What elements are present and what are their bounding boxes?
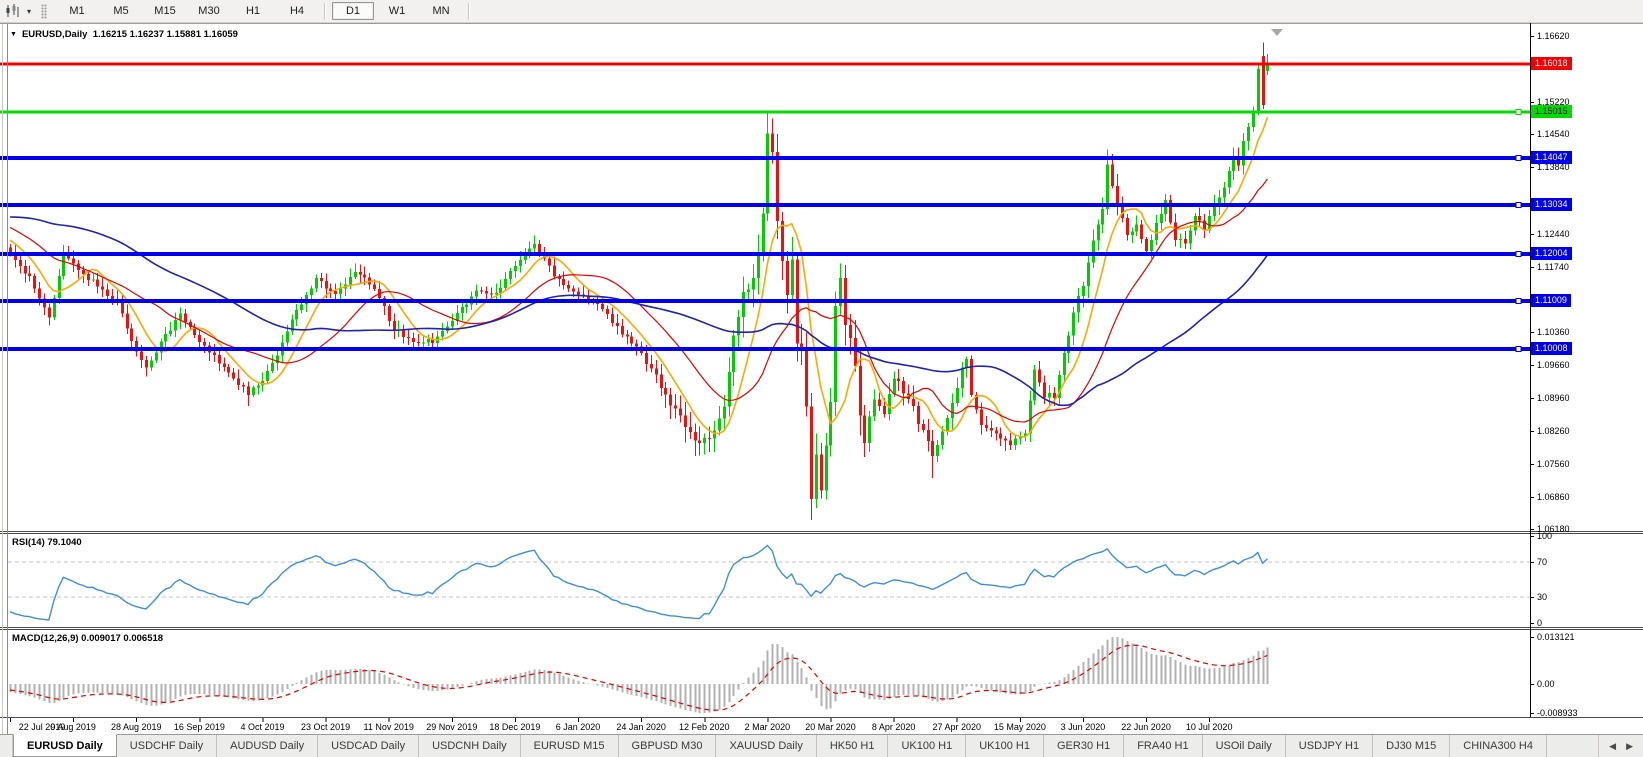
- chart-tab-xauusd-daily[interactable]: XAUUSD Daily: [716, 735, 816, 757]
- date-label-5: 23 Oct 2019: [301, 722, 350, 732]
- price-tick-1.08960: 1.08960: [1537, 393, 1570, 403]
- price-badge-1.13034[interactable]: 1.13034: [1531, 198, 1572, 211]
- date-label-6: 11 Nov 2019: [364, 722, 414, 732]
- chart-tab-fra40-h1[interactable]: FRA40 H1: [1124, 735, 1202, 757]
- macd-tick-1: 0.00: [1537, 679, 1555, 689]
- chart-tab-eurusd-m15[interactable]: EURUSD M15: [521, 735, 619, 757]
- chart-type-icon[interactable]: [3, 2, 23, 20]
- chart-tab-hk50-h1[interactable]: HK50 H1: [817, 735, 889, 757]
- price-badge-1.16018[interactable]: 1.16018: [1531, 57, 1572, 70]
- price-tick-1.09660: 1.09660: [1537, 360, 1570, 370]
- toolbar-separator: [468, 3, 470, 20]
- chart-tab-ger30-h1[interactable]: GER30 H1: [1044, 735, 1124, 757]
- chart-tab-usoil-daily[interactable]: USOil Daily: [1203, 735, 1286, 757]
- date-label-11: 12 Feb 2020: [679, 722, 730, 732]
- price-tick-1.06860: 1.06860: [1537, 492, 1570, 502]
- timeframe-buttons: M1M5M15M30H1H4 D1W1MN: [55, 2, 475, 20]
- price-tick-1.11740: 1.11740: [1537, 262, 1569, 272]
- chart-tabbar: EURUSD DailyUSDCHF DailyAUDUSD DailyUSDC…: [0, 734, 1643, 757]
- price-badge-1.10008[interactable]: 1.10008: [1531, 342, 1572, 355]
- timeframe-toolbar: ▾ M1M5M15M30H1H4 D1W1MN: [0, 0, 1643, 23]
- level-handle-1.12004[interactable]: [1516, 252, 1521, 257]
- chart-menu-marker-icon[interactable]: ▼: [10, 31, 17, 38]
- chart-window: 1.166201.152201.145401.138401.124401.117…: [0, 23, 1643, 734]
- level-handle-1.10008[interactable]: [1516, 347, 1521, 352]
- price-tick-1.07560: 1.07560: [1537, 459, 1570, 469]
- chart-tab-usdcad-daily[interactable]: USDCAD Daily: [318, 735, 419, 757]
- rsi-tick-0: 0: [1537, 618, 1542, 628]
- rsi-tick-70: 70: [1537, 557, 1547, 567]
- chart-tab-eurusd-daily[interactable]: EURUSD Daily: [13, 734, 117, 757]
- price-tick-1.10360: 1.10360: [1537, 327, 1570, 337]
- macd-indicator-label: MACD(12,26,9) 0.009017 0.006518: [12, 633, 163, 644]
- level-handle-1.15015[interactable]: [1516, 110, 1521, 115]
- date-label-18: 22 Jun 2020: [1121, 722, 1171, 732]
- price-badge-1.14047[interactable]: 1.14047: [1531, 151, 1572, 164]
- date-label-12: 2 Mar 2020: [745, 722, 791, 732]
- macd-tick-2: -0.008933: [1537, 708, 1578, 718]
- tabbar-corner: [0, 735, 13, 757]
- date-label-9: 6 Jan 2020: [556, 722, 601, 732]
- timeframe-button-h1[interactable]: H1: [232, 2, 274, 20]
- chart-tabs: EURUSD DailyUSDCHF DailyAUDUSD DailyUSDC…: [13, 735, 1547, 757]
- rsi-tick-100: 100: [1537, 531, 1552, 541]
- price-badge-1.15015[interactable]: 1.15015: [1531, 105, 1572, 118]
- date-label-19: 10 Jul 2020: [1186, 722, 1233, 732]
- chart-type-caret-icon[interactable]: ▾: [23, 7, 35, 16]
- date-label-1: 9 Aug 2019: [50, 722, 96, 732]
- date-label-10: 24 Jan 2020: [616, 722, 666, 732]
- timeframe-button-mn[interactable]: MN: [420, 2, 462, 20]
- timeframe-button-d1[interactable]: D1: [332, 2, 374, 20]
- date-label-7: 29 Nov 2019: [426, 722, 477, 732]
- chart-ohlc-values: 1.16215 1.16237 1.15881 1.16059: [93, 29, 238, 40]
- price-badge-1.12004[interactable]: 1.12004: [1531, 247, 1572, 260]
- date-label-14: 8 Apr 2020: [872, 722, 916, 732]
- tabbar-spacer: [1547, 735, 1598, 757]
- date-label-16: 15 May 2020: [994, 722, 1046, 732]
- chart-tab-dj30-m15[interactable]: DJ30 M15: [1373, 735, 1450, 757]
- chart-tab-usdchf-daily[interactable]: USDCHF Daily: [117, 735, 217, 757]
- timeframe-button-m5[interactable]: M5: [100, 2, 142, 20]
- chart-tab-uk100-h1[interactable]: UK100 H1: [966, 735, 1044, 757]
- chart-tab-usdjpy-h1[interactable]: USDJPY H1: [1286, 735, 1373, 757]
- date-label-17: 3 Jun 2020: [1061, 722, 1106, 732]
- price-chart-canvas[interactable]: 1.166201.152201.145401.138401.124401.117…: [0, 23, 1643, 734]
- level-handle-1.11009[interactable]: [1516, 299, 1521, 304]
- date-label-13: 20 Mar 2020: [805, 722, 856, 732]
- price-tick-1.12440: 1.12440: [1537, 229, 1570, 239]
- date-label-2: 28 Aug 2019: [111, 722, 162, 732]
- chart-tab-audusd-daily[interactable]: AUDUSD Daily: [217, 735, 318, 757]
- rsi-tick-30: 30: [1537, 592, 1547, 602]
- tabs-scroll-right-icon[interactable]: ▶: [1626, 741, 1633, 752]
- timeframe-button-m15[interactable]: M15: [144, 2, 186, 20]
- date-label-15: 27 Apr 2020: [932, 722, 981, 732]
- chart-header: ▼ EURUSD,Daily 1.16215 1.16237 1.15881 1.…: [10, 29, 238, 40]
- chart-tab-uk100-h1[interactable]: UK100 H1: [888, 735, 966, 757]
- rsi-indicator-label: RSI(14) 79.1040: [12, 537, 82, 548]
- timeframe-button-h4[interactable]: H4: [276, 2, 318, 20]
- toolbar-drag-grip[interactable]: [41, 4, 47, 19]
- level-handle-1.13034[interactable]: [1516, 203, 1521, 208]
- chart-tab-gbpusd-m30[interactable]: GBPUSD M30: [619, 735, 717, 757]
- price-tick-1.16620: 1.16620: [1537, 31, 1570, 41]
- toolbar-separator: [324, 3, 326, 20]
- timeframe-button-m1[interactable]: M1: [56, 2, 98, 20]
- price-tick-1.14540: 1.14540: [1537, 129, 1570, 139]
- date-label-8: 18 Dec 2019: [489, 722, 540, 732]
- tabs-scroll-left-icon[interactable]: ◀: [1609, 741, 1616, 752]
- timeframe-button-m30[interactable]: M30: [188, 2, 230, 20]
- date-label-4: 4 Oct 2019: [240, 722, 284, 732]
- macd-tick-0: 0.013121: [1537, 632, 1575, 642]
- chart-tab-usdcnh-daily[interactable]: USDCNH Daily: [419, 735, 521, 757]
- chart-tab-china300-h4[interactable]: CHINA300 H4: [1450, 735, 1547, 757]
- price-badge-1.11009[interactable]: 1.11009: [1531, 294, 1571, 307]
- chart-symbol-period: EURUSD,Daily: [22, 29, 87, 40]
- level-handle-1.14047[interactable]: [1516, 156, 1521, 161]
- timeframe-button-w1[interactable]: W1: [376, 2, 418, 20]
- date-label-3: 16 Sep 2019: [174, 722, 225, 732]
- price-tick-1.08260: 1.08260: [1537, 426, 1570, 436]
